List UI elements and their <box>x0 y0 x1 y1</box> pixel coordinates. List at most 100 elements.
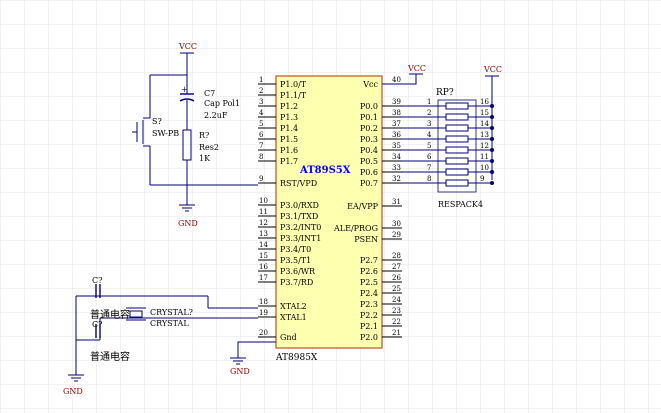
mcu-left-pin-label: P1.1/T <box>280 91 307 100</box>
rp-left-number: 8 <box>427 175 431 183</box>
rp-right-number: 13 <box>480 131 489 139</box>
mcu-right-pin-label: P0.4 <box>360 146 378 155</box>
mcu-right-pin-number: 31 <box>392 198 401 206</box>
gnd-label-reset: GND <box>178 219 198 228</box>
mcu-right-pin-label: ALE/PROG <box>333 224 378 233</box>
mcu-right-pin-number: 34 <box>392 153 401 161</box>
reset-res-ref: R? <box>199 131 209 140</box>
mcu-left-pin-number: 14 <box>259 241 268 249</box>
schematic-sheet: AT89S5X AT8985X 1 P1.0/T 2 P1.1/T 3 P1.2 4 P1.3… <box>0 0 661 413</box>
mcu-left-pin-label: XTAL1 <box>280 313 307 322</box>
mcu-right-pin-label: Vcc <box>362 80 378 89</box>
mcu-right-pin-label: P2.7 <box>360 256 378 265</box>
mcu-chip[interactable]: AT89S5X AT8985X 1 P1.0/T 2 P1.1/T 3 P1.2 4 P1.3… <box>258 75 402 363</box>
rp-left-number: 2 <box>427 109 431 117</box>
mcu-left-pin-number: 20 <box>259 329 268 337</box>
mcu-left-pin-number: 2 <box>259 87 263 95</box>
rp-left-number: 7 <box>427 164 431 172</box>
mcu-right-pin-label: P0.0 <box>360 102 378 111</box>
mcu-right-pin-number: 23 <box>392 307 401 315</box>
mcu-left-pin-label: P1.4 <box>280 124 298 133</box>
mcu-right-pin-label: PSEN <box>354 235 378 244</box>
rp-right-number: 16 <box>480 98 489 106</box>
reset-cap-value: 2.2uF <box>204 111 228 120</box>
mcu-right-pin-number: 30 <box>392 220 401 228</box>
mcu-right-pin-number: 38 <box>392 109 401 117</box>
rp-right-number: 14 <box>480 120 489 128</box>
osc-cap-bottom-ref: C? <box>92 320 102 329</box>
crystal-ref: CRYSTAL? <box>150 308 193 317</box>
mcu-left-pin-number: 11 <box>259 208 268 216</box>
mcu-left-pin-label: P1.5 <box>280 135 298 144</box>
osc-cap-bottom-label: 普通电容 <box>90 350 130 363</box>
mcu-right-pin-label: P2.6 <box>360 267 378 276</box>
mcu-right-pin-number: 35 <box>392 142 401 150</box>
rp-designator: RP? <box>436 88 454 98</box>
mcu-name: AT89S5X <box>299 165 351 176</box>
mcu-left-pin-number: 16 <box>259 263 268 271</box>
mcu-right-pin-number: 27 <box>392 263 401 271</box>
mcu-right-pin-label: P2.1 <box>360 322 378 331</box>
mcu-right-pin-label: P0.5 <box>360 157 378 166</box>
mcu-left-pin-number: 5 <box>259 120 263 128</box>
rp-right-number: 15 <box>480 109 489 117</box>
rp-right-number: 10 <box>480 164 489 172</box>
reset-switch-ref: S? <box>152 117 162 126</box>
rp-left-number: 3 <box>427 120 431 128</box>
mcu-left-pin-number: 13 <box>259 230 268 238</box>
reset-cap-type: Cap Pol1 <box>204 99 240 108</box>
mcu-left-pin-label: P1.2 <box>280 102 298 111</box>
mcu-left-pin-label: P1.6 <box>280 146 298 155</box>
mcu-right-pin-label: P0.1 <box>360 113 378 122</box>
mcu-right-pin-label: P2.2 <box>360 311 378 320</box>
mcu-right-pin-label: P2.0 <box>360 333 378 342</box>
mcu-right-pin-number: 29 <box>392 231 401 239</box>
mcu-right-pin-number: 39 <box>392 98 401 106</box>
mcu-left-pin-label: Gnd <box>280 333 297 342</box>
mcu-right-pin-number: 28 <box>392 252 401 260</box>
mcu-left-pin-number: 9 <box>259 175 263 183</box>
mcu-right-pin-label: P2.3 <box>360 300 378 309</box>
reset-cap-ref: C7 <box>204 89 215 98</box>
mcu-right-pin-number: 22 <box>392 318 401 326</box>
mcu-left-pin-label: P3.3/INT1 <box>280 234 321 243</box>
mcu-right-pin-number: 37 <box>392 120 401 128</box>
mcu-left-pin-label: P1.3 <box>280 113 298 122</box>
rp-left-number: 5 <box>427 142 431 150</box>
mcu-left-pin-number: 1 <box>259 76 263 84</box>
mcu-left-pin-number: 19 <box>259 309 268 317</box>
mcu-right-pin-label: P0.3 <box>360 135 378 144</box>
mcu-left-pin-label: RST/VPD <box>280 179 317 188</box>
mcu-left-pin-label: P3.0/RXD <box>280 201 319 210</box>
rp-right-number: 12 <box>480 142 489 150</box>
mcu-right-pin-label: P0.2 <box>360 124 378 133</box>
mcu-left-pin-number: 17 <box>259 274 268 282</box>
mcu-left-pin-number: 7 <box>259 142 263 150</box>
vcc-label-pin40: VCC <box>407 64 426 73</box>
mcu-left-pin-number: 18 <box>259 298 268 306</box>
mcu-left-pin-number: 10 <box>259 197 268 205</box>
mcu-left-pin-number: 15 <box>259 252 268 260</box>
mcu-right-pin-label: P0.7 <box>360 179 378 188</box>
mcu-left-pin-number: 8 <box>259 153 263 161</box>
mcu-right-pin-label: EA/VPP <box>347 202 378 211</box>
reset-res-type: Res2 <box>199 143 219 152</box>
mcu-left-pin-number: 3 <box>259 98 263 106</box>
vcc-label-rp: VCC <box>483 65 502 74</box>
mcu-designator: AT8985X <box>275 353 318 363</box>
rp-left-number: 4 <box>427 131 432 139</box>
mcu-right-pin-number: 21 <box>392 329 401 337</box>
rp-left-number: 6 <box>427 153 432 161</box>
rp-value: RESPACK4 <box>438 200 483 209</box>
mcu-right-pin-number: 25 <box>392 285 401 293</box>
crystal-type: CRYSTAL <box>150 319 189 328</box>
rp-right-number: 11 <box>480 153 489 161</box>
mcu-left-pin-label: P3.6/WR <box>280 267 316 276</box>
mcu-left-pin-label: P3.2/INT0 <box>280 223 321 232</box>
mcu-right-pin-number: 33 <box>392 164 401 172</box>
rp-left-number: 1 <box>427 98 431 106</box>
gnd-label-osc: GND <box>63 387 83 396</box>
mcu-right-pin-label: P0.6 <box>360 168 378 177</box>
rp-right-number: 9 <box>480 175 484 183</box>
mcu-left-pin-label: P3.1/TXD <box>280 212 318 221</box>
